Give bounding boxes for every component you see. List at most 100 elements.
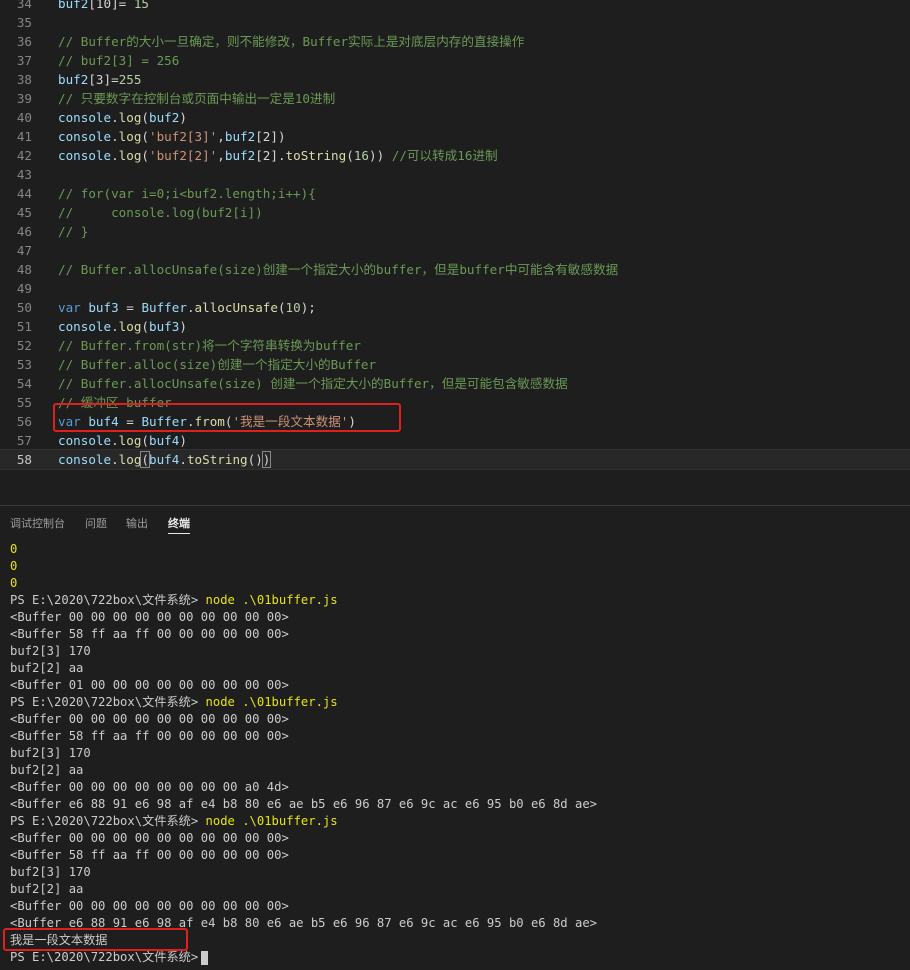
code-token: console bbox=[58, 148, 112, 163]
line-number: 50 bbox=[16, 300, 32, 315]
terminal-line: <Buffer 00 00 00 00 00 00 00 00 00 00> bbox=[0, 609, 910, 626]
terminal-text: <Buffer 00 00 00 00 00 00 00 00 00 00> bbox=[10, 712, 289, 726]
code-text[interactable]: console.log(buf4) bbox=[58, 431, 187, 450]
code-text[interactable]: // Buffer.from(str)将一个字符串转换为buffer bbox=[58, 336, 361, 355]
code-token: buf2 bbox=[224, 148, 256, 163]
code-line[interactable]: 35 bbox=[0, 13, 910, 32]
line-number: 35 bbox=[16, 15, 32, 30]
code-line[interactable]: 42 console.log('buf2[2]',buf2[2].toString… bbox=[0, 146, 910, 165]
terminal-text: <Buffer 58 ff aa ff 00 00 00 00 00 00> bbox=[10, 848, 289, 862]
code-text[interactable]: console.log('buf2[3]',buf2[2]) bbox=[58, 127, 286, 146]
tab-output[interactable]: 输出 bbox=[126, 517, 148, 533]
terminal-line: PS E:\2020\722box\文件系统> node .\01buffer.… bbox=[0, 813, 910, 830]
line-number: 41 bbox=[16, 129, 32, 144]
code-line[interactable]: 48 // Buffer.allocUnsafe(size)创建一个指定大小的bu… bbox=[0, 260, 910, 279]
code-token: ( bbox=[141, 148, 150, 163]
terminal-output[interactable]: 0 0 0 PS E:\2020\722box\文件系统> node .\01buff… bbox=[0, 541, 910, 970]
tab-debug-console[interactable]: 调试控制台 bbox=[10, 517, 65, 533]
code-text[interactable]: console.log(buf4.toString()) bbox=[58, 450, 272, 469]
code-text[interactable]: // buf2[3] = 256 bbox=[58, 51, 179, 70]
code-line[interactable]: 54 // Buffer.allocUnsafe(size) 创建一个指定大小的B… bbox=[0, 374, 910, 393]
terminal-prompt: PS E:\2020\722box\文件系统> bbox=[10, 814, 199, 828]
terminal-line: <Buffer 58 ff aa ff 00 00 00 00 00 00> bbox=[0, 847, 910, 864]
code-line[interactable]: 41 console.log('buf2[3]',buf2[2]) bbox=[0, 127, 910, 146]
code-text[interactable]: // for(var i=0;i<buf2.length;i++){ bbox=[58, 184, 316, 203]
code-line[interactable]: 47 bbox=[0, 241, 910, 260]
terminal-line: <Buffer 58 ff aa ff 00 00 00 00 00 00> bbox=[0, 626, 910, 643]
code-text[interactable]: // console.log(buf2[i]) bbox=[58, 203, 263, 222]
code-text[interactable]: // Buffer.allocUnsafe(size)创建一个指定大小的buff… bbox=[58, 260, 618, 279]
code-text[interactable]: buf2[10]= 15 bbox=[58, 0, 149, 13]
line-number: 38 bbox=[16, 72, 32, 87]
code-line[interactable]: 55 // 缓冲区 buffer bbox=[0, 393, 910, 412]
terminal-line: 0 bbox=[0, 541, 910, 558]
code-text[interactable]: console.log(buf2) bbox=[58, 108, 187, 127]
code-token: // 缓冲区 buffer bbox=[58, 395, 172, 410]
code-editor[interactable]: 34 buf2[10]= 15 35 36// Buffer的大小一旦确定，则不能修改… bbox=[0, 0, 910, 505]
code-line[interactable]: 40 console.log(buf2) bbox=[0, 108, 910, 127]
code-line[interactable]: 49 bbox=[0, 279, 910, 298]
code-line[interactable]: 50 var buf3 = Buffer.allocUnsafe(10); bbox=[0, 298, 910, 317]
code-token: console bbox=[58, 452, 112, 467]
code-lines[interactable]: 34 buf2[10]= 15 35 36// Buffer的大小一旦确定，则不能修改… bbox=[0, 0, 910, 470]
code-text[interactable]: // 只要数字在控制台或页面中输出一定是10进制 bbox=[58, 89, 335, 108]
code-token: 15 bbox=[133, 0, 150, 11]
line-number: 51 bbox=[16, 319, 32, 334]
code-token: 'buf2[2]' bbox=[149, 148, 218, 163]
tab-terminal[interactable]: 终端 bbox=[168, 517, 190, 534]
code-token: log bbox=[118, 110, 142, 125]
code-line[interactable]: 44 // for(var i=0;i<buf2.length;i++){ bbox=[0, 184, 910, 203]
code-text[interactable]: // Buffer.allocUnsafe(size) 创建一个指定大小的Buf… bbox=[58, 374, 568, 393]
tab-problems[interactable]: 问题 bbox=[85, 517, 107, 533]
line-number: 49 bbox=[16, 281, 32, 296]
code-text[interactable]: var buf3 = Buffer.allocUnsafe(10); bbox=[58, 298, 316, 317]
code-token: '我是一段文本数据' bbox=[232, 414, 349, 429]
code-text[interactable]: // 缓冲区 buffer bbox=[58, 393, 172, 412]
code-line[interactable]: 58 console.log(buf4.toString()) bbox=[0, 449, 910, 470]
code-token: [10]= bbox=[88, 0, 134, 11]
code-token: log bbox=[118, 129, 142, 144]
code-token: . bbox=[111, 433, 119, 448]
code-line[interactable]: 57 console.log(buf4) bbox=[0, 431, 910, 450]
terminal-text: buf2[3] 170 bbox=[10, 746, 91, 760]
code-line[interactable]: 39 // 只要数字在控制台或页面中输出一定是10进制 bbox=[0, 89, 910, 108]
code-token: . bbox=[111, 452, 119, 467]
terminal-line: buf2[2] aa bbox=[0, 762, 910, 779]
code-line[interactable]: 38 buf2[3]=255 bbox=[0, 70, 910, 89]
code-token: toString bbox=[285, 148, 347, 163]
terminal-line: <Buffer 00 00 00 00 00 00 00 00 a0 4d> bbox=[0, 779, 910, 796]
code-line[interactable]: 52 // Buffer.from(str)将一个字符串转换为buffer bbox=[0, 336, 910, 355]
code-token: = bbox=[118, 300, 142, 315]
code-text[interactable]: var buf4 = Buffer.from('我是一段文本数据') bbox=[58, 412, 356, 431]
code-token: . bbox=[179, 452, 187, 467]
code-line[interactable]: 45 // console.log(buf2[i]) bbox=[0, 203, 910, 222]
code-token: Buffer bbox=[141, 414, 187, 429]
text-caret bbox=[270, 453, 272, 468]
terminal-cursor[interactable] bbox=[201, 950, 209, 965]
code-line[interactable]: 56 var buf4 = Buffer.from('我是一段文本数据') bbox=[0, 412, 910, 431]
code-line[interactable]: 46 // } bbox=[0, 222, 910, 241]
code-text[interactable]: // Buffer.alloc(size)创建一个指定大小的Buffer bbox=[58, 355, 376, 374]
code-line[interactable]: 51 console.log(buf3) bbox=[0, 317, 910, 336]
code-token: )) bbox=[368, 148, 392, 163]
code-text[interactable]: console.log(buf3) bbox=[58, 317, 187, 336]
code-text[interactable]: // Buffer的大小一旦确定，则不能修改，Buffer实际上是对底层内存的直… bbox=[58, 32, 524, 51]
code-text[interactable]: // } bbox=[58, 222, 88, 241]
line-number: 44 bbox=[16, 186, 32, 201]
code-line[interactable]: 36 // Buffer的大小一旦确定，则不能修改，Buffer实际上是对底层内存… bbox=[0, 32, 910, 51]
code-token: console bbox=[58, 319, 112, 334]
code-text[interactable]: console.log('buf2[2]',buf2[2].toString(1… bbox=[58, 146, 498, 165]
code-line[interactable]: 43 bbox=[0, 165, 910, 184]
code-text[interactable]: buf2[3]=255 bbox=[58, 70, 141, 89]
terminal-line: buf2[2] aa bbox=[0, 881, 910, 898]
code-line[interactable]: 53 // Buffer.alloc(size)创建一个指定大小的Buffer bbox=[0, 355, 910, 374]
code-token: ( bbox=[277, 300, 286, 315]
terminal-line: buf2[3] 170 bbox=[0, 745, 910, 762]
terminal-line: PS E:\2020\722box\文件系统> node .\01buffer.… bbox=[0, 694, 910, 711]
code-token: ) bbox=[348, 414, 356, 429]
terminal-prompt: PS E:\2020\722box\文件系统> bbox=[10, 695, 199, 709]
code-token: () bbox=[247, 452, 263, 467]
code-line[interactable]: 34 buf2[10]= 15 bbox=[0, 0, 910, 13]
code-line[interactable]: 37 // buf2[3] = 256 bbox=[0, 51, 910, 70]
code-token: = bbox=[118, 414, 142, 429]
